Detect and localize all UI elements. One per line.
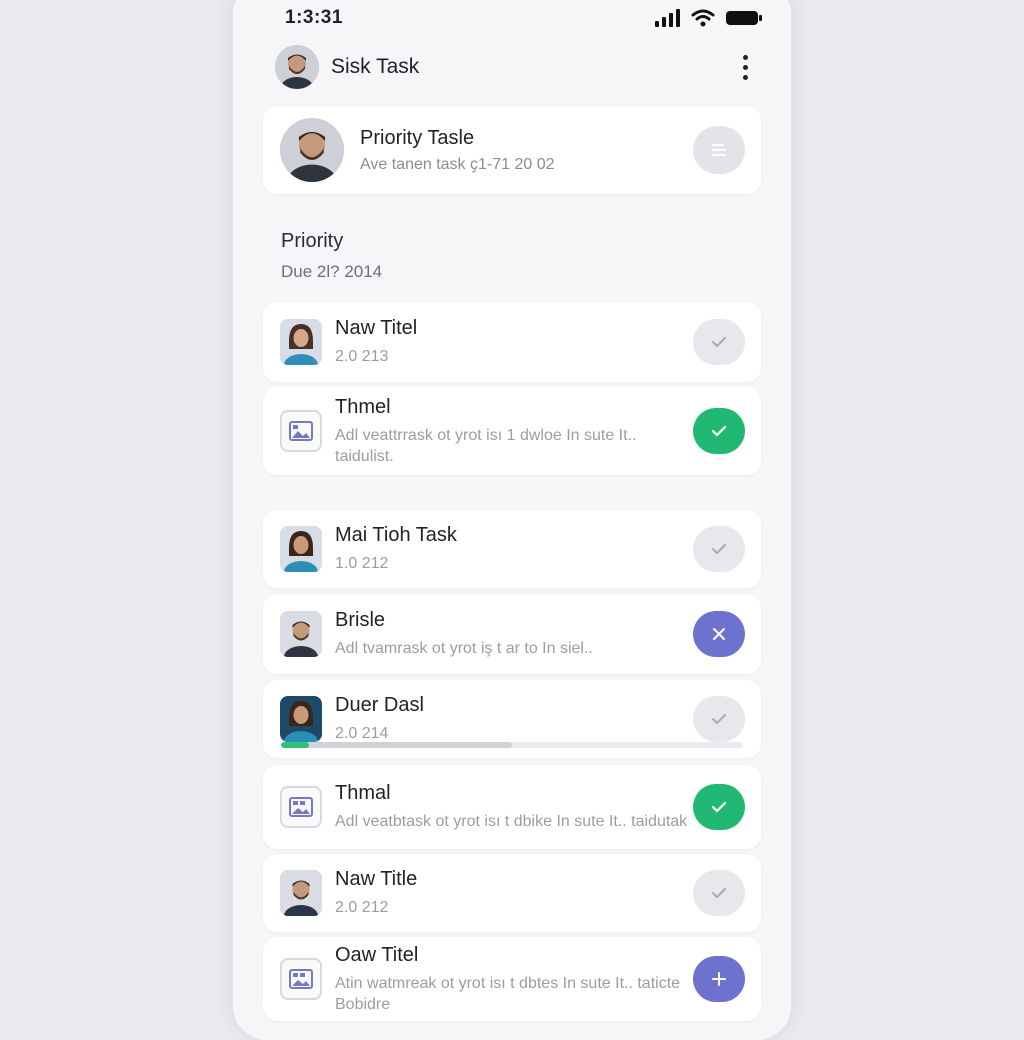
complete-task-button[interactable] (693, 696, 745, 742)
complete-task-button[interactable] (693, 784, 745, 830)
check-icon (712, 337, 726, 347)
task-thumbnail (280, 786, 322, 828)
task-subtitle: 2.0 214 (335, 725, 389, 742)
task-title: Naw Titel (335, 317, 418, 339)
check-icon (712, 544, 726, 554)
app-header: Sisk Task (275, 44, 757, 90)
task-subtitle: Atin watmreak ot yrot isı t dbtes In sut… (335, 974, 681, 1013)
complete-task-button[interactable] (693, 526, 745, 572)
check-icon (711, 801, 727, 813)
image-icon (289, 797, 313, 817)
image-icon (289, 969, 313, 989)
status-icons (655, 9, 763, 27)
plus-icon (712, 972, 726, 986)
section-title: Priority (281, 230, 344, 252)
featured-avatar (280, 118, 344, 182)
complete-task-button[interactable] (693, 319, 745, 365)
section-due-date: Due 2l? 2014 (281, 262, 383, 281)
person-male-icon (280, 611, 322, 657)
featured-subtitle: Ave tanen task ҫ1-71 20 02 (360, 155, 555, 173)
check-icon (712, 888, 726, 898)
task-progress-bar (281, 742, 743, 748)
app-title: Sisk Task (331, 55, 420, 78)
task-thumbnail (280, 870, 322, 916)
person-female-icon (280, 526, 322, 572)
person-male-icon (275, 45, 319, 89)
task-card[interactable]: Naw Titel 2.0 213 (263, 302, 761, 382)
user-avatar[interactable] (275, 45, 319, 89)
list-icon (712, 144, 726, 156)
featured-title: Priority Tasle (360, 126, 475, 149)
person-male-icon (280, 118, 344, 182)
person-male-icon (280, 870, 322, 916)
dismiss-task-button[interactable] (693, 611, 745, 657)
check-icon (711, 425, 727, 437)
task-title: Mai Tioh Task (335, 524, 457, 546)
battery-icon (726, 11, 762, 25)
task-title: Duer Dasl (335, 694, 424, 716)
complete-task-button[interactable] (693, 408, 745, 454)
task-title: Naw Title (335, 868, 418, 890)
task-thumbnail (280, 319, 322, 365)
featured-task-card[interactable]: Priority Tasle Ave tanen task ҫ1-71 20 0… (263, 106, 761, 194)
progress-secondary-fill (281, 742, 512, 748)
task-card[interactable]: Thmel Adl veattrrask ot yrot isı 1 dwloe… (263, 387, 761, 475)
task-thumbnail (280, 410, 322, 452)
task-thumbnail (280, 526, 322, 572)
task-subtitle: 1.0 212 (335, 555, 389, 572)
person-female-icon (280, 319, 322, 365)
close-icon (713, 628, 725, 640)
task-title: Thmal (335, 782, 391, 804)
task-subtitle: 2.0 213 (335, 348, 389, 365)
task-card[interactable]: Thmal Adl veatbtask ot yrot isı t dbike … (263, 765, 761, 849)
add-task-button[interactable] (693, 956, 745, 1002)
task-subtitle: Adl veatbtask ot yrot isı t dbike In sut… (335, 813, 688, 830)
task-title: Thmel (335, 395, 391, 418)
task-thumbnail (280, 611, 322, 657)
complete-task-button[interactable] (693, 870, 745, 916)
task-thumbnail (280, 958, 322, 1000)
wifi-icon (691, 9, 715, 27)
status-time: 1:3:31 (285, 7, 343, 28)
progress-fill (281, 742, 309, 748)
task-title: Brisle (335, 609, 386, 631)
task-card[interactable]: Naw Title 2.0 212 (263, 854, 761, 932)
task-subtitle: Adl veattrrask ot yrot isı 1 dwloe In su… (335, 426, 637, 465)
more-options-icon[interactable] (733, 51, 757, 83)
priority-section-header: Priority Due 2l? 2014 (281, 230, 382, 282)
image-icon (289, 421, 313, 441)
phone-screen: 1:3:31 Sisk Task Priority Tasle Ave tane… (233, 0, 791, 1040)
task-thumbnail (280, 696, 322, 742)
task-card[interactable]: Oaw Titel Atin watmreak ot yrot isı t db… (263, 937, 761, 1021)
task-subtitle: 2.0 212 (335, 899, 389, 916)
task-card[interactable]: Mai Tioh Task 1.0 212 (263, 510, 761, 588)
person-female-icon (280, 696, 322, 742)
signal-icon (655, 9, 680, 27)
featured-menu-button[interactable] (693, 126, 745, 174)
status-bar: 1:3:31 (285, 6, 763, 30)
task-subtitle: Adl tvamrask ot yrot iş t ar to In siel.… (335, 640, 593, 657)
task-card[interactable]: Duer Dasl 2.0 214 (263, 680, 761, 758)
task-card[interactable]: Brisle Adl tvamrask ot yrot iş t ar to I… (263, 594, 761, 674)
task-title: Oaw Titel (335, 943, 419, 966)
check-icon (712, 714, 726, 724)
